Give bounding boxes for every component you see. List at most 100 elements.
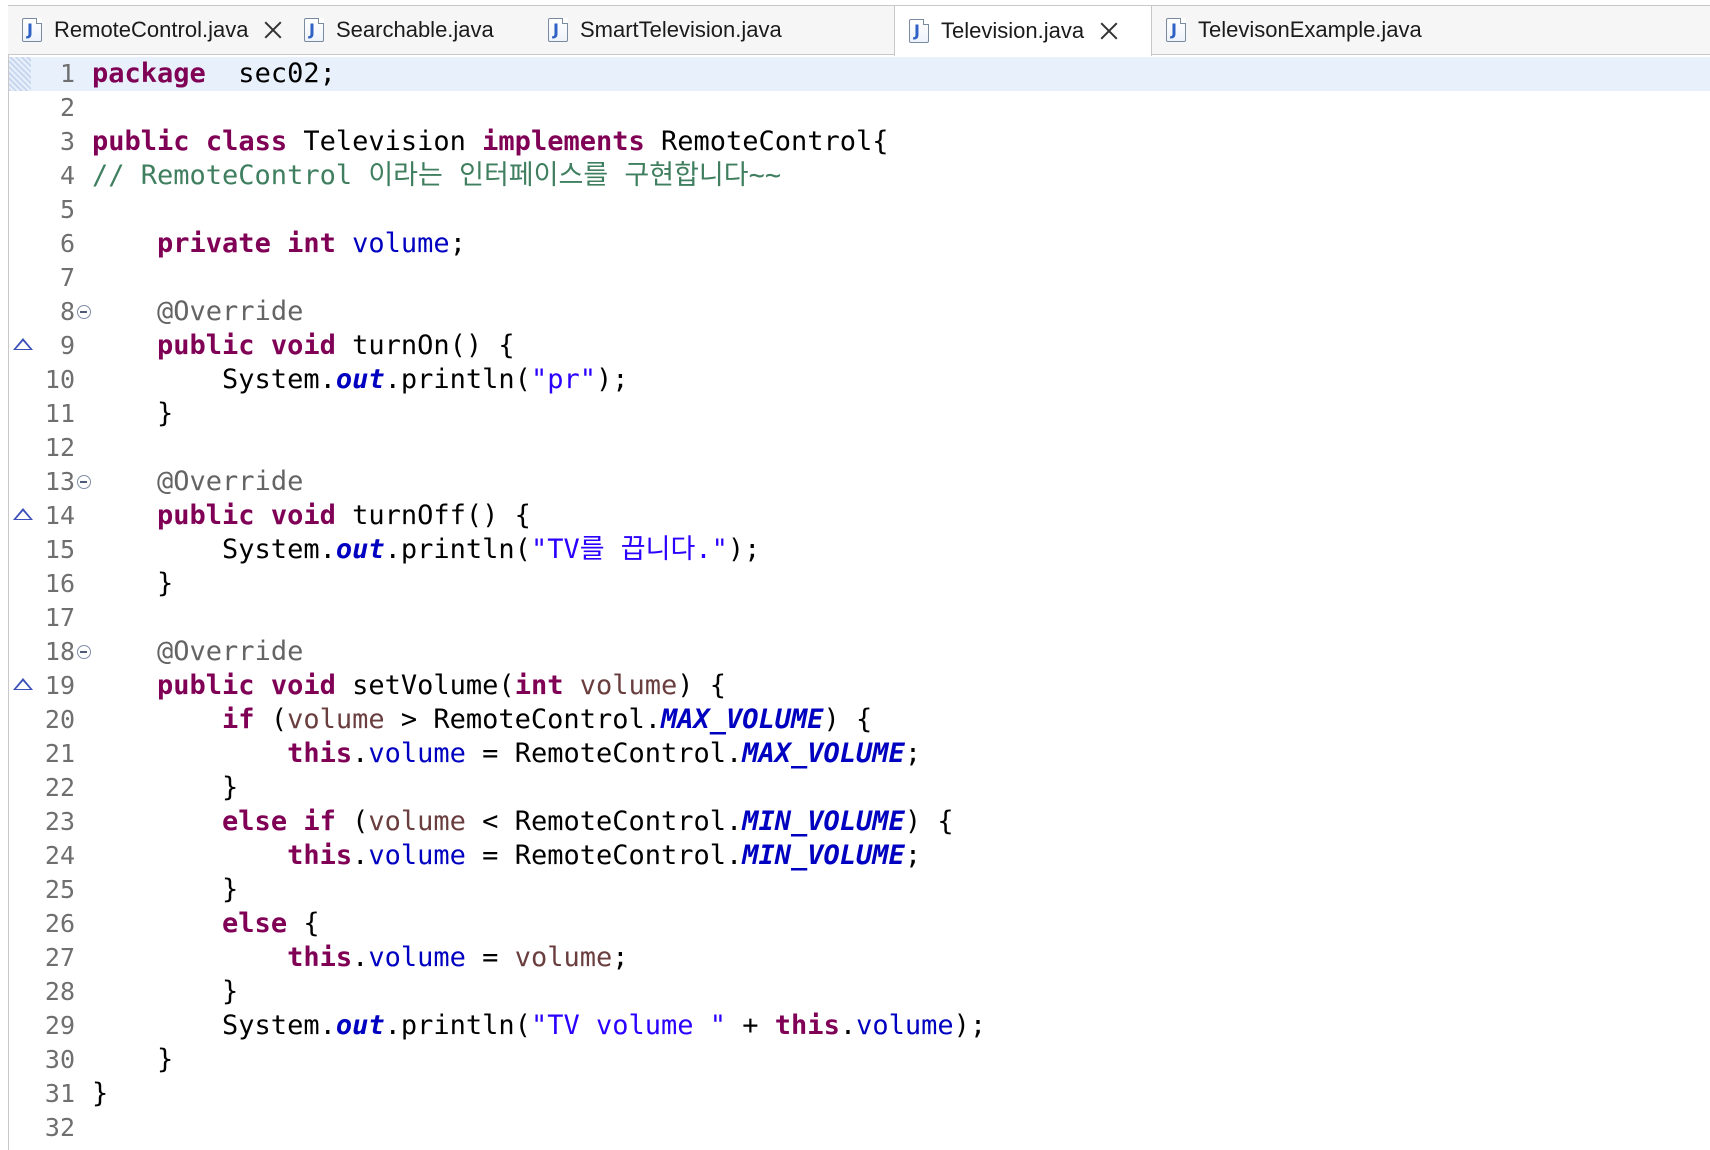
ruler-marker: [9, 57, 31, 91]
code-line[interactable]: 26 else {: [9, 907, 1710, 941]
line-number: 14: [44, 501, 75, 530]
code-line[interactable]: 22 }: [9, 771, 1710, 805]
code-line[interactable]: 9 public void turnOn() {: [9, 329, 1710, 363]
code-line[interactable]: 8 @Override: [9, 295, 1710, 329]
code-token: package: [92, 58, 206, 89]
code-line[interactable]: 23 else if (volume < RemoteControl.MIN_V…: [9, 805, 1710, 839]
code-token: @Override: [157, 636, 304, 667]
close-icon[interactable]: [262, 19, 284, 41]
code-editor[interactable]: 1 package sec02; 2 3 public class Television…: [8, 55, 1710, 1150]
code-line[interactable]: 12: [9, 431, 1710, 465]
line-number: 9: [59, 331, 75, 360]
code-line[interactable]: 31}: [9, 1077, 1710, 1111]
ruler-marker: [9, 91, 31, 125]
close-icon[interactable]: [1098, 20, 1120, 42]
tab-searchable[interactable]: Searchable.java: [290, 6, 530, 54]
code-token: if: [222, 704, 255, 735]
java-file-icon: [909, 19, 929, 43]
code-token: );: [953, 1010, 987, 1041]
code-line[interactable]: 3 public class Television implements Remo…: [9, 125, 1710, 159]
code-token: = RemoteControl.: [465, 738, 743, 769]
ruler-marker: [9, 975, 31, 1009]
code-token: = RemoteControl.: [465, 840, 743, 871]
code-text: if (volume > RemoteControl.MAX_VOLUME) {: [92, 703, 872, 737]
fold-collapse-icon[interactable]: [77, 305, 91, 319]
code-token: =: [465, 942, 515, 973]
code-line[interactable]: 2: [9, 91, 1710, 125]
code-token: ) {: [823, 704, 873, 735]
code-line[interactable]: 21 this.volume = RemoteControl.MAX_VOLUM…: [9, 737, 1710, 771]
tab-television[interactable]: Television.java: [894, 6, 1152, 56]
code-line[interactable]: 6 private int volume;: [9, 227, 1710, 261]
override-triangle-icon: [13, 678, 33, 690]
code-line[interactable]: 4 // RemoteControl 이라는 인터페이스를 구현합니다~~: [9, 159, 1710, 193]
code-token: setVolume(: [335, 670, 515, 701]
code-text: }: [92, 771, 238, 805]
code-token: +: [726, 1010, 775, 1041]
code-line[interactable]: 1 package sec02;: [9, 57, 1710, 91]
code-line[interactable]: 24 this.volume = RemoteControl.MIN_VOLUM…: [9, 839, 1710, 873]
tab-televisonexample[interactable]: TelevisonExample.java: [1152, 6, 1452, 54]
code-line[interactable]: 29 System.out.println("TV volume " + thi…: [9, 1009, 1710, 1043]
ruler-marker: [9, 465, 31, 499]
fold-collapse-icon[interactable]: [77, 645, 91, 659]
override-triangle-icon: [13, 508, 33, 520]
code-line[interactable]: 27 this.volume = volume;: [9, 941, 1710, 975]
code-line[interactable]: 10 System.out.println("pr");: [9, 363, 1710, 397]
code-token: }: [92, 976, 239, 1007]
code-line[interactable]: 16 }: [9, 567, 1710, 601]
code-line[interactable]: 25 }: [9, 873, 1710, 907]
code-line[interactable]: 17: [9, 601, 1710, 635]
code-token: "TV volume ": [530, 1010, 727, 1041]
code-text: public void setVolume(int volume) {: [92, 669, 726, 703]
code-line[interactable]: 18 @Override: [9, 635, 1710, 669]
ruler-marker: [9, 397, 31, 431]
code-line[interactable]: 28 }: [9, 975, 1710, 1009]
code-line[interactable]: 14 public void turnOff() {: [9, 499, 1710, 533]
code-token: public: [157, 500, 255, 531]
line-number: 29: [44, 1011, 75, 1040]
line-number: 6: [59, 229, 75, 258]
java-file-icon: [548, 18, 568, 42]
code-token: ) {: [904, 806, 954, 837]
code-token: .: [352, 942, 369, 973]
ruler-marker: [9, 431, 31, 465]
code-token: ;: [904, 840, 922, 871]
fold-collapse-icon[interactable]: [77, 475, 91, 489]
tab-label: RemoteControl.java: [54, 17, 249, 42]
code-line[interactable]: 11 }: [9, 397, 1710, 431]
line-number: 25: [44, 875, 75, 904]
code-token: .println(: [384, 534, 531, 565]
line-number: 12: [44, 433, 75, 462]
code-text: }: [92, 1077, 108, 1111]
ruler-marker: [9, 941, 31, 975]
code-token: RemoteControl{: [644, 126, 889, 157]
line-number: 30: [44, 1045, 75, 1074]
code-line[interactable]: 5: [9, 193, 1710, 227]
code-token: .println(: [384, 364, 531, 395]
code-line[interactable]: 32: [9, 1111, 1710, 1145]
code-token: ;: [612, 942, 629, 973]
line-number: 4: [59, 161, 75, 190]
code-line[interactable]: 20 if (volume > RemoteControl.MAX_VOLUME…: [9, 703, 1710, 737]
code-text: System.out.println("TV volume " + this.v…: [92, 1009, 986, 1043]
ruler-marker: [9, 703, 31, 737]
code-line[interactable]: 13 @Override: [9, 465, 1710, 499]
ruler-marker: [9, 227, 31, 261]
code-text: public class Television implements Remot…: [92, 125, 889, 159]
code-line[interactable]: 30 }: [9, 1043, 1710, 1077]
tab-remotecontrol[interactable]: RemoteControl.java: [8, 6, 288, 54]
tab-smarttelevision[interactable]: SmartTelevision.java: [534, 6, 814, 54]
code-token: @Override: [157, 466, 304, 497]
code-line[interactable]: 7: [9, 261, 1710, 295]
ruler-marker: [9, 805, 31, 839]
code-line[interactable]: 19 public void setVolume(int volume) {: [9, 669, 1710, 703]
code-line[interactable]: 15 System.out.println("TV를 끕니다.");: [9, 533, 1710, 567]
